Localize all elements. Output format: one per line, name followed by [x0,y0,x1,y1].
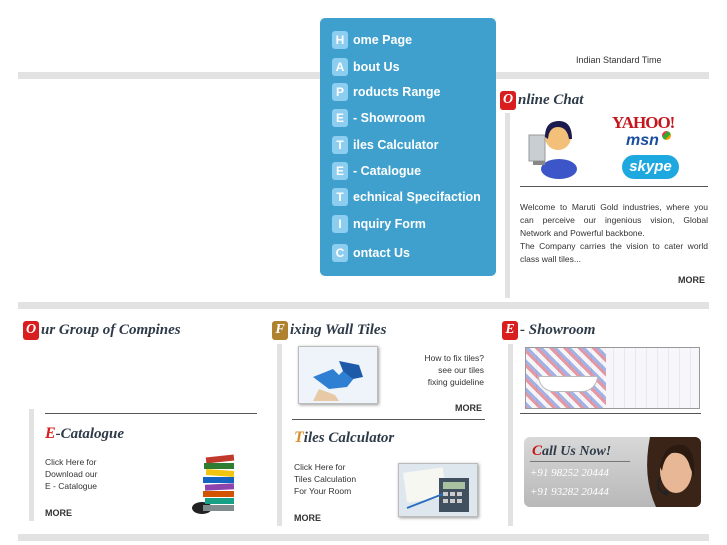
phone-number-1: +91 98252 20444 [530,467,609,479]
nav-letter-badge: T [332,188,348,206]
puzzle-icon [299,347,377,403]
nav-letter-badge: C [332,244,348,262]
chat-user-icon[interactable] [525,117,585,179]
nav-letter-badge: A [332,58,348,76]
support-woman-icon [647,437,701,507]
nav-label: nquiry Form [353,217,426,231]
nav-label: echnical Specifaction [353,190,481,204]
heading-initial: C [532,443,543,459]
heading-text: - Showroom [520,321,596,338]
nav-products-range[interactable]: P roducts Range [332,83,441,101]
nav-tiles-calculator[interactable]: T iles Calculator [332,136,438,154]
heading-initial: O [23,320,39,340]
nav-letter-badge: I [332,215,348,233]
heading-text: nline Chat [518,91,584,108]
main-nav-menu: H ome Page A bout Us P roducts Range E -… [320,18,496,276]
online-chat-heading: O nline Chat [500,90,583,110]
nav-about-us[interactable]: A bout Us [332,58,400,76]
ecatalogue-heading: E-Catalogue [45,425,124,443]
nav-contact-us[interactable]: C ontact Us [332,244,410,262]
heading-initial: O [500,90,516,110]
calculator-heading: Tiles Calculator [294,429,394,447]
heading-initial: E [502,320,518,340]
books-icon[interactable] [188,450,242,518]
group-left-bar [29,409,34,521]
heading-text: ixing Wall Tiles [290,321,387,338]
nav-letter-badge: E [332,162,348,180]
heading-initial: F [272,320,288,340]
call-us-banner[interactable]: Call Us Now! +91 98252 20444 +91 93282 2… [524,437,701,507]
msn-logo[interactable]: msn [626,132,659,150]
calculator-description: Click Here for Tiles Calculation For You… [294,462,357,496]
msn-butterfly-icon [662,131,671,140]
nav-technical-specification[interactable]: T echnical Specifaction [332,188,481,206]
nav-label: bout Us [353,60,400,74]
heading-initial: E [45,425,56,442]
nav-letter-badge: H [332,31,348,49]
calculator-icon [399,464,477,516]
nav-letter-badge: T [332,136,348,154]
fixing-heading: F ixing Wall Tiles [272,320,386,340]
middle-divider [18,302,709,309]
group-heading: O ur Group of Compines [23,320,181,340]
heading-text: ur Group of Compines [41,321,181,338]
puzzle-thumbnail[interactable] [298,346,378,404]
bottom-divider [18,534,709,541]
showroom-heading: E - Showroom [502,320,595,340]
ecatalogue-more-link[interactable]: MORE [45,508,72,518]
heading-text: -Catalogue [55,426,125,442]
fixing-more-link[interactable]: MORE [455,403,482,413]
top-divider [18,72,320,79]
skype-logo[interactable]: skype [622,155,679,179]
yahoo-logo[interactable]: YAHOO! [612,113,675,133]
chat-divider [520,186,708,187]
phone-number-2: +91 93282 20444 [530,486,609,498]
chat-more-link[interactable]: MORE [678,275,705,285]
heading-text: all Us Now! [542,444,612,459]
heading-text: iles Calculator [303,430,395,446]
nav-label: - Catalogue [353,164,422,178]
heading-initial: T [294,429,304,446]
call-us-heading: Call Us Now! [532,442,611,460]
nav-label: roducts Range [353,85,441,99]
nav-inquiry-form[interactable]: I nquiry Form [332,215,426,233]
time-label: Indian Standard Time [576,55,662,65]
nav-home[interactable]: H ome Page [332,31,412,49]
fixing-left-bar [277,344,282,526]
nav-label: ontact Us [353,246,410,260]
nav-e-showroom[interactable]: E - Showroom [332,109,425,127]
top-divider-right [496,72,709,79]
calculator-more-link[interactable]: MORE [294,513,321,523]
showroom-divider [520,413,701,414]
ecatalogue-description: Click Here for Download our E - Catalogu… [45,457,98,491]
nav-e-catalogue[interactable]: E - Catalogue [332,162,421,180]
nav-label: ome Page [353,33,413,47]
nav-letter-badge: E [332,109,348,127]
chat-left-bar [505,113,510,298]
fixing-divider [292,419,485,420]
washbasin-icon [538,376,598,392]
nav-letter-badge: P [332,83,348,101]
call-us-underline [530,461,630,462]
chat-description: Welcome to Maruti Gold industries, where… [520,202,708,264]
group-divider [45,413,257,414]
showroom-left-bar [508,344,513,526]
fixing-description: How to fix tiles? see our tiles fixing g… [424,353,484,387]
nav-label: iles Calculator [353,138,439,152]
nav-label: - Showroom [353,111,426,125]
calculator-thumbnail[interactable] [398,463,478,517]
showroom-image[interactable] [525,347,700,409]
